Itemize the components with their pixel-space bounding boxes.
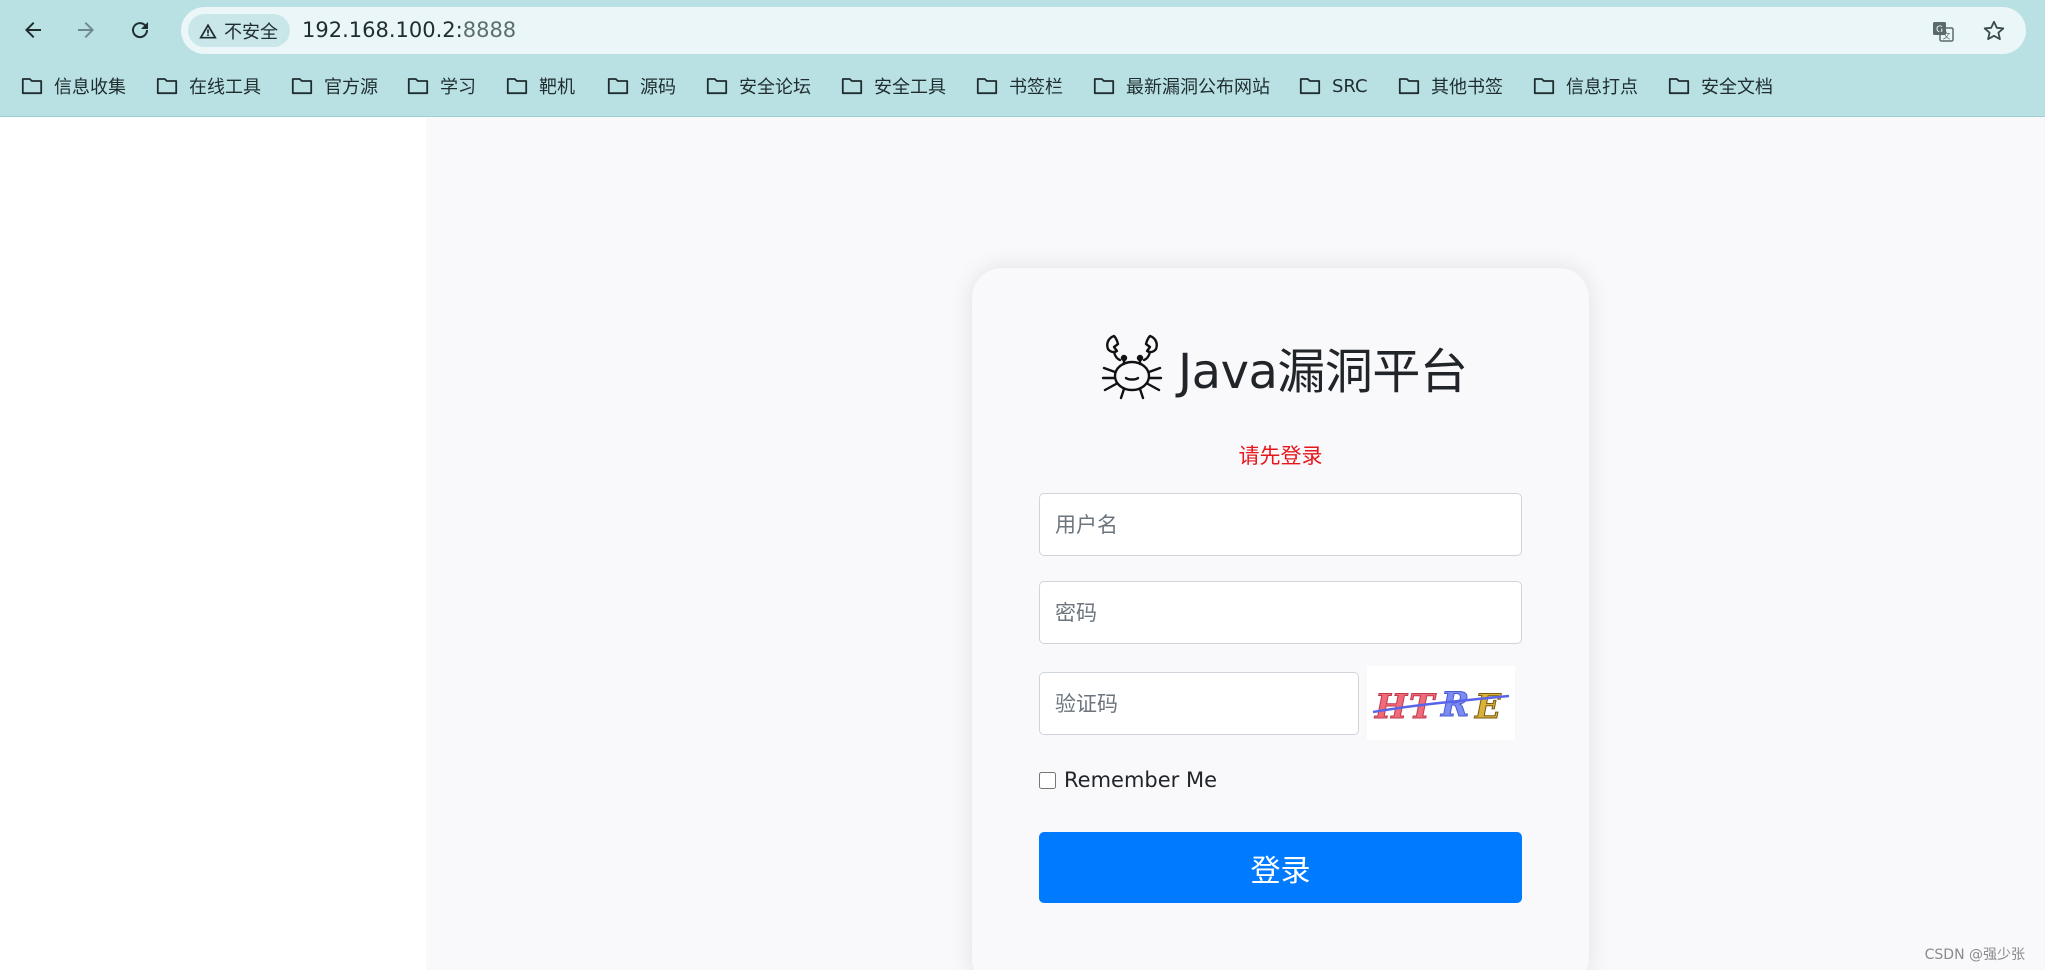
login-card: Java漏洞平台 请先登录 H T R E Remember Me 登录 [972,268,1589,970]
bookmark-folder[interactable]: 官方源 [290,68,378,104]
captcha-svg: H T R E [1372,685,1510,728]
remember-me-checkbox[interactable] [1039,771,1056,789]
bookmark-label: 安全文档 [1701,77,1773,98]
browser-chrome: 不安全 192.168.100.2:8888 G文 信息收集 在线工具 官方源 … [0,0,2045,117]
star-outline-icon [1983,20,2005,40]
warning-triangle-icon [199,23,217,38]
bookmark-label: 安全论坛 [739,77,811,98]
brand-header: Java漏洞平台 [1100,330,1468,404]
username-input[interactable] [1039,493,1522,556]
bookmark-folder[interactable]: 安全工具 [840,68,946,104]
bookmark-label: 安全工具 [874,77,946,98]
folder-icon [1533,78,1555,95]
captcha-input[interactable] [1039,672,1359,735]
reload-button[interactable] [122,12,158,48]
translate-button[interactable]: G文 [1929,17,1957,45]
security-indicator[interactable]: 不安全 [188,14,290,47]
password-input[interactable] [1039,581,1522,644]
back-button[interactable] [15,12,51,48]
bookmark-folder[interactable]: 学习 [406,68,476,104]
bookmark-label: 源码 [640,77,676,98]
folder-icon [1668,78,1690,95]
login-alert-message: 请先登录 [1238,444,1323,468]
bookmark-folder[interactable]: SRC [1298,68,1368,104]
reload-icon [132,22,149,39]
folder-icon [21,78,43,95]
folder-icon [156,78,178,95]
bookmark-folder[interactable]: 信息收集 [20,68,126,104]
captcha-char: E [1474,687,1502,727]
translate-icon: G文 [1933,22,1954,42]
folder-icon [706,78,728,95]
svg-text:文: 文 [1943,31,1951,41]
bookmark-folder[interactable]: 最新漏洞公布网站 [1092,68,1270,104]
security-label: 不安全 [224,21,278,43]
crab-logo-icon [1101,334,1163,400]
bookmark-folder[interactable]: 书签栏 [975,68,1063,104]
folder-icon [1398,78,1420,95]
bookmark-folder[interactable]: 安全论坛 [705,68,811,104]
bookmark-label: 官方源 [324,77,378,98]
bookmark-folder[interactable]: 靶机 [505,68,575,104]
folder-icon [407,78,429,95]
folder-icon [841,78,863,95]
url-host: 192.168.100.2: [302,18,463,42]
folder-icon [291,78,313,95]
bookmarks-bar: 信息收集 在线工具 官方源 学习 靶机 源码 安全论坛 安全工具 书签栏 最新漏… [0,68,2045,104]
arrow-left-icon [25,22,41,38]
watermark: CSDN @强少张 [1924,947,2025,963]
bookmark-star-button[interactable] [1980,17,2008,45]
bookmark-label: 书签栏 [1009,77,1063,98]
arrow-right-icon [78,22,94,38]
url-port: 8888 [462,18,517,42]
browser-toolbar: 不安全 192.168.100.2:8888 G文 [0,0,2045,60]
bookmark-label: 最新漏洞公布网站 [1126,77,1270,98]
page-title: Java漏洞平台 [1178,344,1468,400]
bookmark-label: 学习 [440,77,476,98]
bookmark-label: 信息收集 [54,77,126,98]
bookmark-folder[interactable]: 源码 [606,68,676,104]
remember-me-label: Remember Me [1064,768,1217,792]
remember-me[interactable]: Remember Me [1039,766,1217,794]
bookmark-label: SRC [1332,75,1368,97]
bookmark-folder[interactable]: 安全文档 [1667,68,1773,104]
folder-icon [1093,78,1115,95]
folder-icon [506,78,528,95]
captcha-image[interactable]: H T R E [1367,666,1515,740]
bookmark-label: 在线工具 [189,77,261,98]
forward-button[interactable] [68,12,104,48]
bookmark-folder[interactable]: 信息打点 [1532,68,1638,104]
bookmark-folder[interactable]: 在线工具 [155,68,261,104]
login-button[interactable]: 登录 [1039,832,1522,903]
captcha-char: R [1440,685,1469,725]
folder-icon [976,78,998,95]
bookmark-label: 靶机 [539,77,575,98]
bookmark-label: 信息打点 [1566,77,1638,98]
page-left-area [0,118,426,970]
bookmark-folder[interactable]: 其他书签 [1397,68,1503,104]
folder-icon [1299,78,1321,95]
url-text[interactable]: 192.168.100.2:8888 [302,7,516,54]
folder-icon [607,78,629,95]
address-bar[interactable]: 不安全 192.168.100.2:8888 G文 [181,7,2026,54]
bookmark-label: 其他书签 [1431,77,1503,98]
